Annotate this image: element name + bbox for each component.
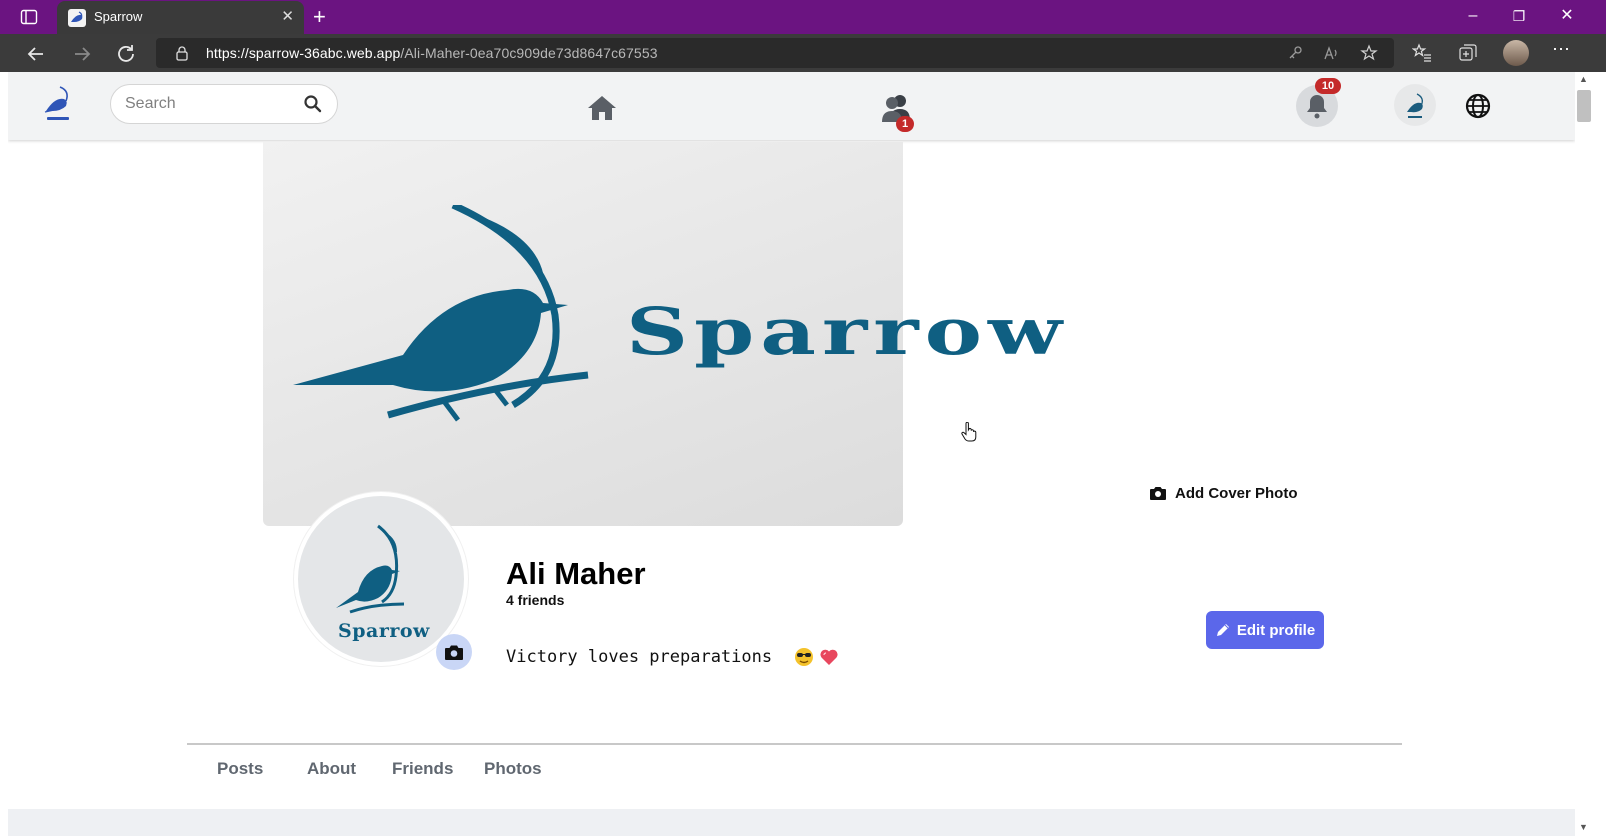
home-icon[interactable] [587,94,617,122]
restore-icon[interactable]: ❐ [1504,4,1534,28]
key-icon[interactable] [1286,44,1304,62]
collections-icon[interactable] [1458,43,1478,63]
more-options-icon[interactable]: ⋯ [1546,37,1576,61]
hand-cursor-icon [961,422,977,442]
tab-photos[interactable]: Photos [484,759,542,779]
minimize-icon[interactable]: – [1458,4,1488,28]
friends-count[interactable]: 4 friends [506,592,564,608]
page-scrollbar[interactable] [1575,72,1606,836]
profile-bio: Victory loves preparations [506,647,773,667]
tab-posts[interactable]: Posts [217,759,263,779]
edit-profile-label: Edit profile [1236,621,1316,639]
search-icon[interactable] [303,94,323,114]
address-bar[interactable]: https://sparrow-36abc.web.app/Ali-Maher-… [156,38,1394,68]
forward-icon[interactable] [70,42,94,66]
cover-wordmark: Sparrow [626,294,1068,370]
camera-icon [445,645,463,660]
sparrow-favicon-icon [68,9,86,27]
avatar-wordmark: Sparrow [338,620,430,642]
close-tab-icon[interactable]: ✕ [281,8,294,26]
url-text: https://sparrow-36abc.web.app/Ali-Maher-… [206,45,658,61]
tab-actions-icon[interactable] [20,8,38,26]
sunglasses-emoji-icon [795,648,813,666]
edit-profile-button[interactable]: Edit profile [1206,611,1324,649]
scroll-down-icon[interactable]: ▼ [1579,822,1588,832]
globe-icon[interactable] [1464,92,1492,120]
browser-tab[interactable]: Sparrow ✕ [57,1,304,34]
browser-toolbar: https://sparrow-36abc.web.app/Ali-Maher-… [0,34,1606,72]
tab-about[interactable]: About [307,759,356,779]
scroll-up-icon[interactable]: ▲ [1579,74,1588,84]
pencil-icon [1216,624,1229,636]
add-cover-photo-button[interactable]: Add Cover Photo [1149,482,1298,504]
scrollbar-thumb[interactable] [1577,90,1591,122]
heart-emoji-icon [820,649,838,665]
change-avatar-button[interactable] [436,634,472,670]
new-tab-icon[interactable]: + [313,4,326,30]
sparrow-logo[interactable] [40,83,76,125]
site-header: 1 10 [8,72,1575,140]
tabs-divider [187,743,1402,745]
browser-titlebar: Sparrow ✕ + – ❐ ✕ [0,0,1606,34]
sparrow-avatar-logo [336,524,405,614]
search-box[interactable] [110,84,338,124]
lock-icon[interactable] [174,45,190,61]
page-content: 1 10 Sparrow Add Cover Photo Sparrow [8,72,1575,836]
back-icon[interactable] [24,42,48,66]
add-cover-label: Add Cover Photo [1175,484,1298,502]
sparrow-avatar-icon [1407,93,1423,118]
close-window-icon[interactable]: ✕ [1552,4,1582,28]
search-input[interactable] [125,93,295,115]
profile-name: Ali Maher [506,556,646,591]
refresh-icon[interactable] [114,42,138,66]
user-avatar[interactable] [1394,84,1436,126]
favorite-star-icon[interactable] [1360,44,1378,62]
content-strip [8,809,1575,836]
tab-title: Sparrow [94,9,143,24]
read-aloud-icon[interactable] [1322,44,1340,62]
browser-profile-avatar[interactable] [1503,40,1529,66]
friends-badge: 1 [896,116,914,132]
favorites-icon[interactable] [1412,43,1432,63]
notifications-badge: 10 [1315,78,1341,94]
bell-icon[interactable] [1305,93,1329,119]
camera-icon [1150,487,1166,500]
tab-friends[interactable]: Friends [392,759,453,779]
